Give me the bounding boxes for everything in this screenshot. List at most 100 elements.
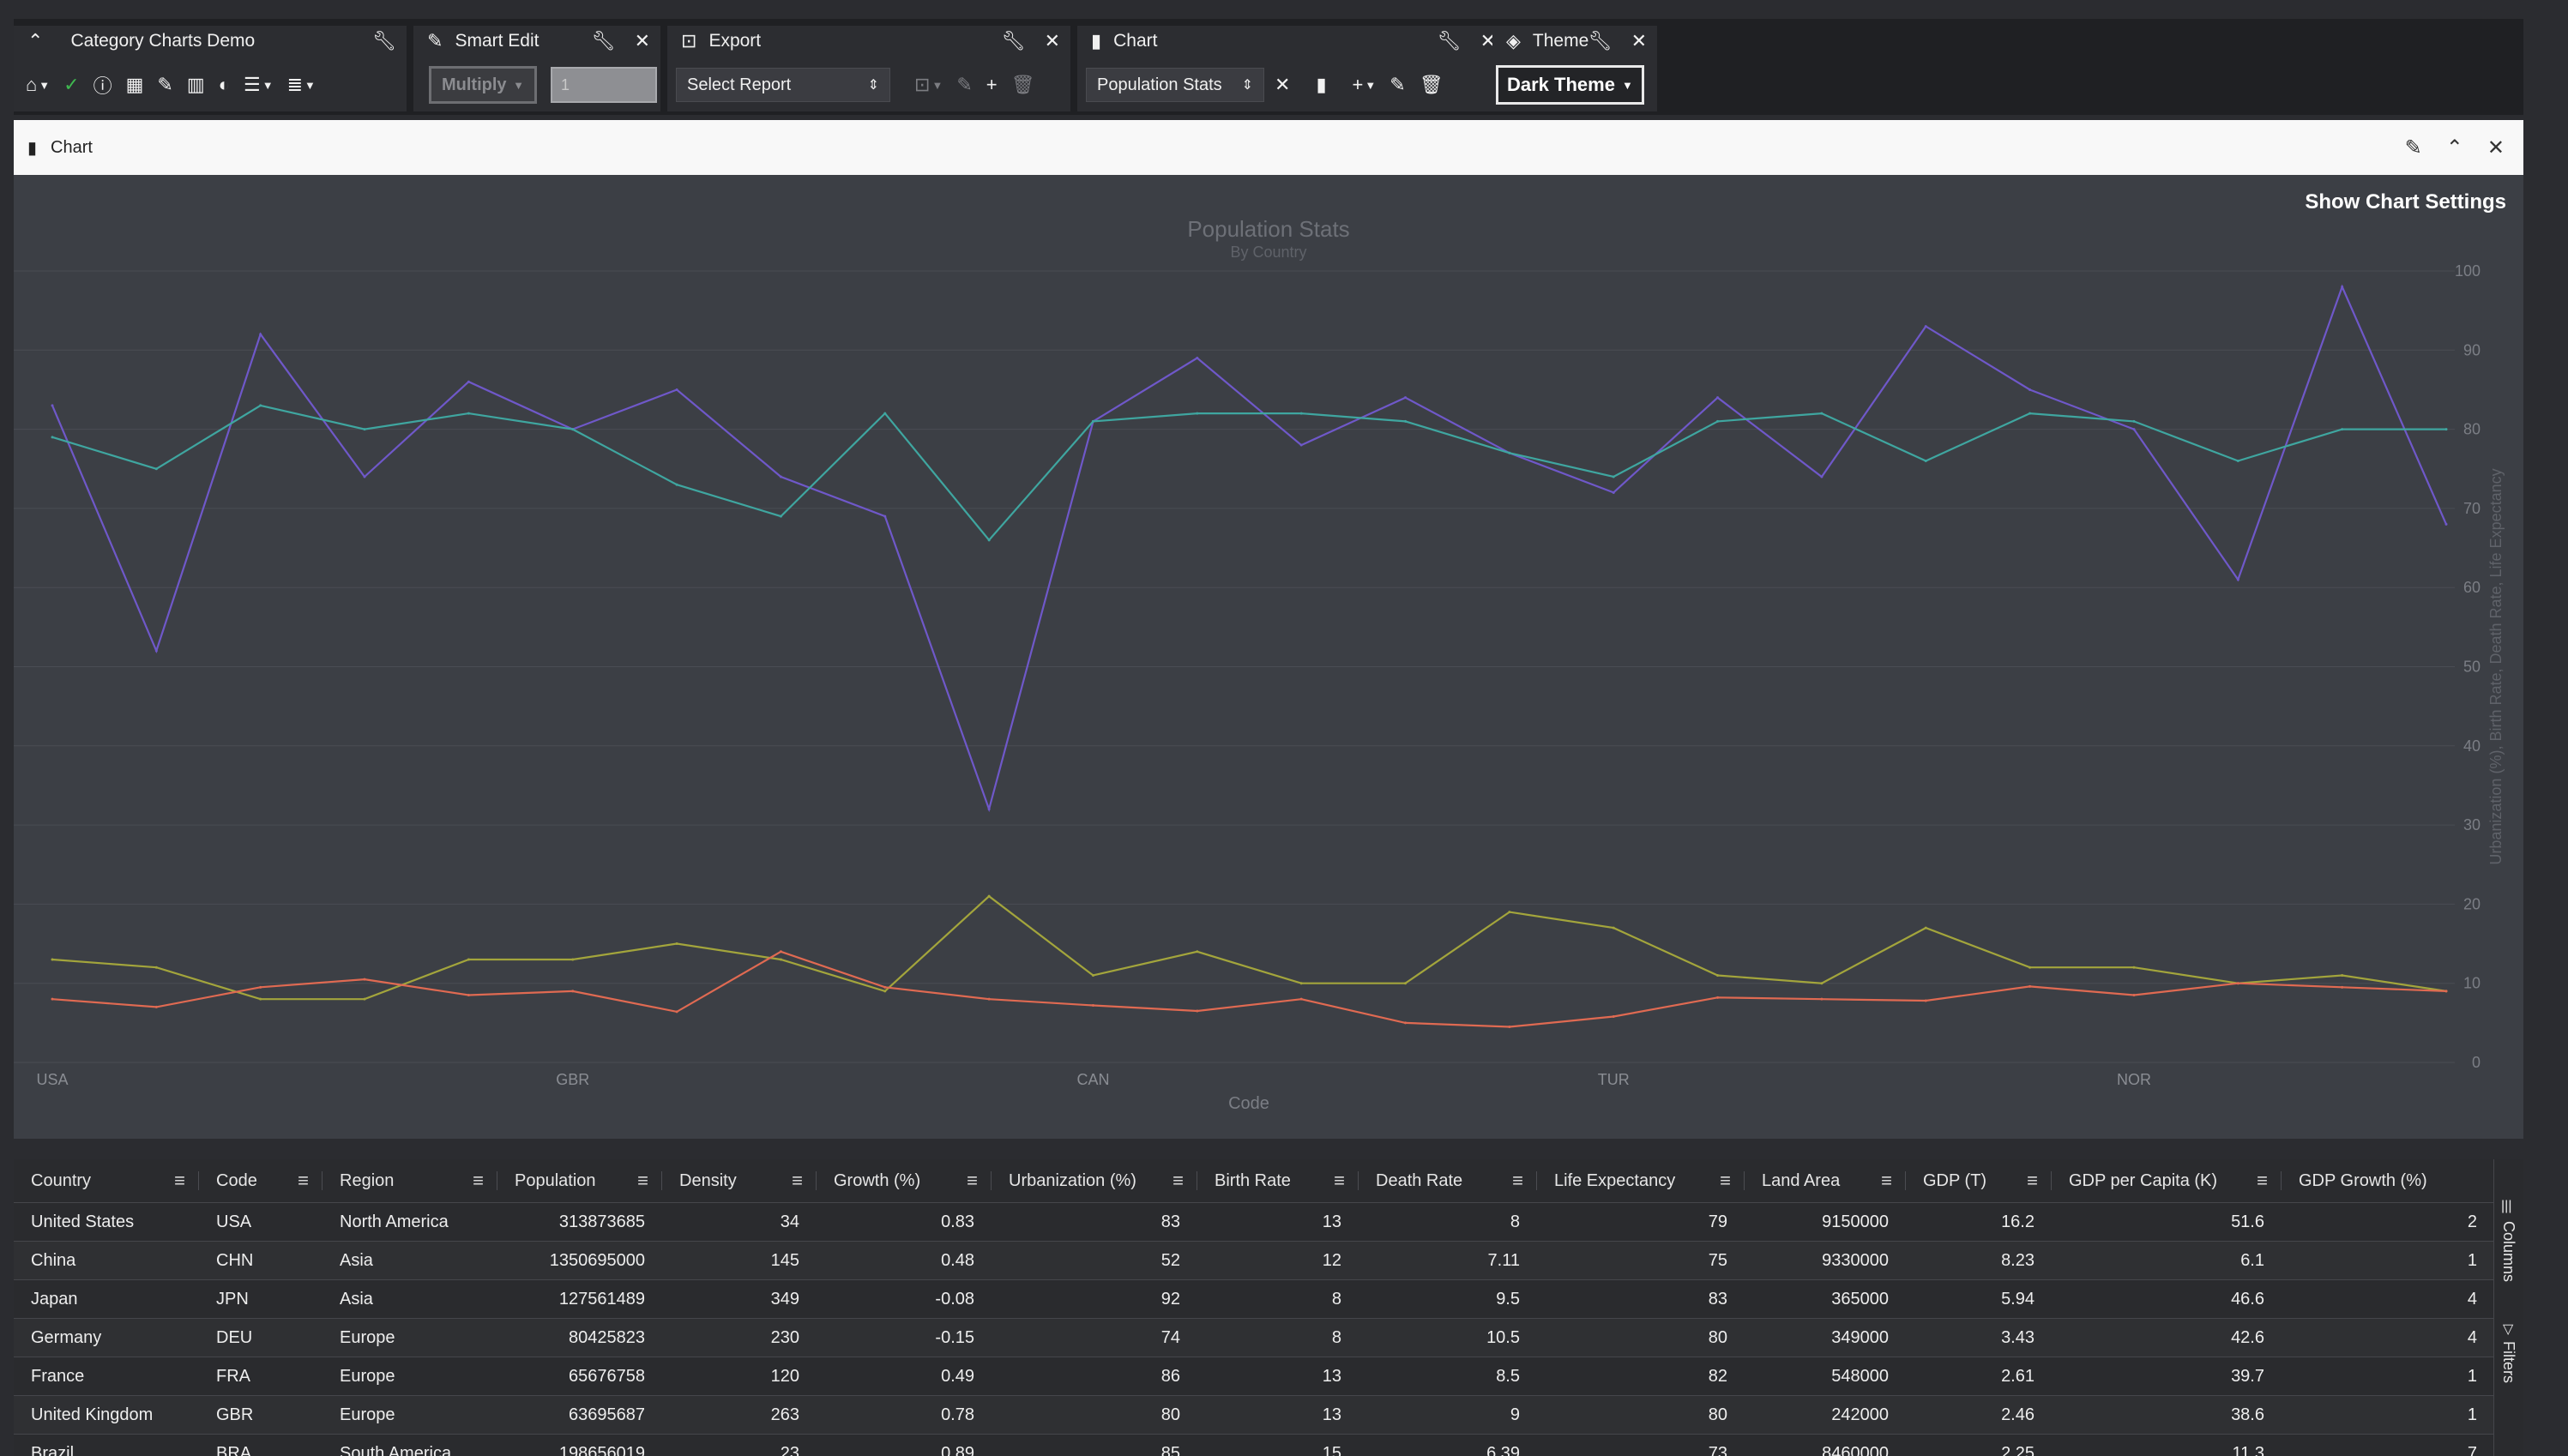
table-cell[interactable]: JPN	[199, 1279, 323, 1319]
table-cell[interactable]: 9150000	[1745, 1202, 1906, 1242]
column-menu-icon[interactable]: ≡	[298, 1170, 309, 1192]
report-select[interactable]: Select Report ⇕	[676, 68, 890, 102]
table-cell[interactable]: 83	[1537, 1279, 1745, 1319]
close-icon[interactable]: ✕	[2487, 135, 2505, 160]
clear-chart-icon[interactable]: ✕	[1275, 74, 1290, 96]
table-cell[interactable]: 82	[1537, 1357, 1745, 1396]
table-cell[interactable]: 46.6	[2052, 1279, 2282, 1319]
column-menu-icon[interactable]: ≡	[2027, 1170, 2038, 1192]
table-cell[interactable]: 42.6	[2052, 1318, 2282, 1357]
table-cell[interactable]: Europe	[323, 1318, 497, 1357]
table-cell[interactable]: 1	[2282, 1395, 2494, 1435]
table-cell[interactable]: 8460000	[1745, 1434, 1906, 1456]
table-cell[interactable]: 1	[2282, 1241, 2494, 1280]
filters-tab[interactable]: Filters	[2499, 1341, 2517, 1383]
columns-tab[interactable]: Columns	[2499, 1221, 2517, 1282]
column-menu-icon[interactable]: ≡	[473, 1170, 484, 1192]
table-cell[interactable]: United Kingdom	[14, 1395, 199, 1435]
table-cell[interactable]: 15	[1197, 1434, 1359, 1456]
check-icon[interactable]: ✓	[63, 74, 79, 96]
table-cell[interactable]: 9	[1359, 1395, 1537, 1435]
table-cell[interactable]: China	[14, 1241, 199, 1280]
table-cell[interactable]: DEU	[199, 1318, 323, 1357]
export-action-icon[interactable]: ⊡ ▼	[914, 74, 943, 96]
table-cell[interactable]: 2.61	[1906, 1357, 2052, 1396]
table-cell[interactable]: -0.15	[817, 1318, 992, 1357]
table-cell[interactable]: CHN	[199, 1241, 323, 1280]
table-cell[interactable]: Germany	[14, 1318, 199, 1357]
table-cell[interactable]: South America	[323, 1434, 497, 1456]
column-header[interactable]: GDP per Capita (K) ≡	[2052, 1159, 2282, 1203]
table-cell[interactable]: North America	[323, 1202, 497, 1242]
table-cell[interactable]: 349000	[1745, 1318, 1906, 1357]
table-cell[interactable]: 85	[992, 1434, 1197, 1456]
table-cell[interactable]: 8.23	[1906, 1241, 2052, 1280]
column-menu-icon[interactable]: ≡	[967, 1170, 978, 1192]
table-cell[interactable]: BRA	[199, 1434, 323, 1456]
pencil-icon[interactable]: ✎	[157, 74, 172, 96]
home-icon[interactable]: ⌂ ▼	[26, 74, 50, 96]
table-cell[interactable]: 8.5	[1359, 1357, 1537, 1396]
table-cell[interactable]: 13	[1197, 1202, 1359, 1242]
table-cell[interactable]: 2	[2282, 1202, 2494, 1242]
table-cell[interactable]: 16.2	[1906, 1202, 2052, 1242]
table-cell[interactable]: 6.1	[2052, 1241, 2282, 1280]
table-cell[interactable]: USA	[199, 1202, 323, 1242]
column-header[interactable]: Death Rate ≡	[1359, 1159, 1537, 1203]
table-cell[interactable]: FRA	[199, 1357, 323, 1396]
column-menu-icon[interactable]: ≡	[174, 1170, 185, 1192]
edit-icon[interactable]: ✎	[2405, 135, 2422, 160]
column-header[interactable]: GDP (T) ≡	[1906, 1159, 2052, 1203]
smart-edit-operation-select[interactable]: Multiply ▼	[429, 66, 537, 104]
table-cell[interactable]: 4	[2282, 1318, 2494, 1357]
table-cell[interactable]: 9.5	[1359, 1279, 1537, 1319]
table-cell[interactable]: 0.89	[817, 1434, 992, 1456]
wrench-icon[interactable]: 🔧︎	[1002, 30, 1026, 52]
table-cell[interactable]: 5.94	[1906, 1279, 2052, 1319]
table-cell[interactable]: 1	[2282, 1357, 2494, 1396]
column-menu-icon[interactable]: ≡	[1172, 1170, 1184, 1192]
layout-icon[interactable]: ▦	[126, 74, 144, 96]
table-cell[interactable]: 39.7	[2052, 1357, 2282, 1396]
table-cell[interactable]: Japan	[14, 1279, 199, 1319]
table-cell[interactable]: Brazil	[14, 1434, 199, 1456]
list-icon[interactable]: ☰ ▼	[244, 74, 274, 96]
table-cell[interactable]: 4	[2282, 1279, 2494, 1319]
wrench-icon[interactable]: 🔧︎	[592, 30, 616, 52]
table-cell[interactable]: Asia	[323, 1241, 497, 1280]
table-cell[interactable]: GBR	[199, 1395, 323, 1435]
minimize-icon[interactable]: ⌃	[2446, 135, 2463, 160]
table-cell[interactable]: 51.6	[2052, 1202, 2282, 1242]
table-cell[interactable]: 145	[662, 1241, 817, 1280]
table-cell[interactable]: 8	[1197, 1318, 1359, 1357]
column-menu-icon[interactable]: ≡	[792, 1170, 803, 1192]
table-cell[interactable]: 80	[1537, 1318, 1745, 1357]
table-cell[interactable]: 313873685	[497, 1202, 662, 1242]
column-menu-icon[interactable]: ≡	[1334, 1170, 1345, 1192]
edit-chart-icon[interactable]: ✎	[1389, 74, 1405, 96]
column-menu-icon[interactable]: ≡	[2257, 1170, 2268, 1192]
delete-report-icon[interactable]: 🗑︎	[1011, 74, 1035, 96]
wrench-icon[interactable]: 🔧︎	[1438, 30, 1462, 52]
table-cell[interactable]: 13	[1197, 1395, 1359, 1435]
table-cell[interactable]: 23	[662, 1434, 817, 1456]
table-cell[interactable]: 9330000	[1745, 1241, 1906, 1280]
table-cell[interactable]: 198656019	[497, 1434, 662, 1456]
table-cell[interactable]: 263	[662, 1395, 817, 1435]
column-header[interactable]: GDP Growth (%)	[2282, 1159, 2494, 1203]
table-cell[interactable]: 74	[992, 1318, 1197, 1357]
table-cell[interactable]: 38.6	[2052, 1395, 2282, 1435]
table-cell[interactable]: 1350695000	[497, 1241, 662, 1280]
table-cell[interactable]: 80425823	[497, 1318, 662, 1357]
table-cell[interactable]: 79	[1537, 1202, 1745, 1242]
table-cell[interactable]: 365000	[1745, 1279, 1906, 1319]
close-icon[interactable]: ✕	[1631, 30, 1647, 52]
table-cell[interactable]: 127561489	[497, 1279, 662, 1319]
column-header[interactable]: Country ≡	[14, 1159, 199, 1203]
table-cell[interactable]: 92	[992, 1279, 1197, 1319]
table-row[interactable]: Japan JPN Asia 127561489 349 -0.08 92 8 9.5 83 365…	[14, 1279, 2494, 1319]
column-header[interactable]: Density ≡	[662, 1159, 817, 1203]
column-header[interactable]: Life Expectancy ≡	[1537, 1159, 1745, 1203]
table-cell[interactable]: 0.48	[817, 1241, 992, 1280]
table-cell[interactable]: France	[14, 1357, 199, 1396]
